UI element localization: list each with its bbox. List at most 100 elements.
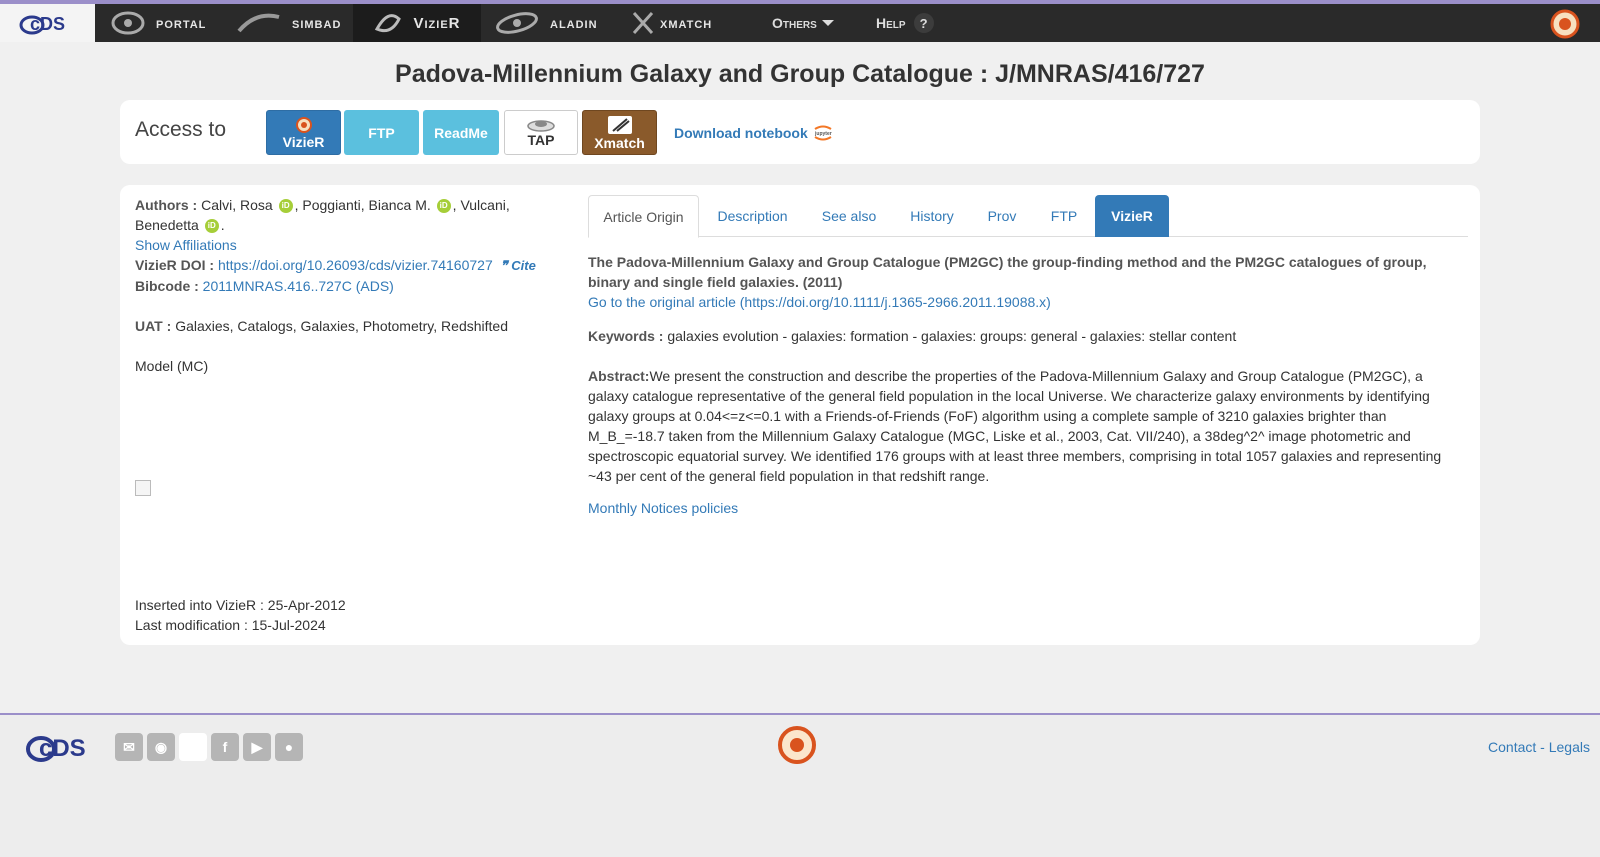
abstract-text: We present the construction and describe…: [588, 368, 1442, 484]
show-affiliations-link[interactable]: Show Affiliations: [135, 237, 237, 253]
tab-history[interactable]: History: [893, 195, 971, 237]
modified-date: Last modification : 15-Jul-2024: [135, 617, 326, 633]
tab-see-also[interactable]: See also: [805, 195, 893, 237]
abstract-label: Abstract:: [588, 368, 650, 384]
rss-icon[interactable]: ◉: [147, 733, 175, 761]
download-notebook-label: Download notebook: [674, 125, 808, 141]
nav-help-menu[interactable]: Help ?: [876, 4, 934, 42]
quote-icon: ❞: [500, 258, 508, 273]
xmatch-icon: [632, 11, 654, 35]
keywords-line: Keywords : galaxies evolution - galaxies…: [588, 326, 1236, 346]
original-article-link[interactable]: Go to the original article (https://doi.…: [588, 294, 1051, 310]
vizier-icon: [375, 14, 402, 33]
nav-simbad[interactable]: simbad: [236, 4, 341, 42]
simbad-icon: [237, 13, 280, 33]
help-icon: ?: [913, 13, 934, 33]
access-xmatch-label: Xmatch: [594, 134, 645, 151]
access-xmatch-button[interactable]: Xmatch: [582, 110, 657, 155]
author-name: , Poggianti, Bianca M.: [294, 197, 431, 213]
catalogue-dates: Inserted into VizieR : 25-Apr-2012 Last …: [135, 595, 346, 635]
nav-xmatch-label: xmatch: [660, 14, 713, 32]
tab-ftp[interactable]: FTP: [1033, 195, 1095, 237]
footer-separator: -: [1536, 739, 1549, 755]
uat-line: UAT : Galaxies, Catalogs, Galaxies, Phot…: [135, 316, 555, 336]
svg-text:cDS: cDS: [39, 735, 86, 762]
article-panel: Article Origin Description See also Hist…: [588, 195, 1468, 516]
nav-others-menu[interactable]: Others: [772, 4, 834, 42]
nav-portal-label: portal: [156, 14, 207, 32]
monthly-notices-policies-link[interactable]: Monthly Notices policies: [588, 500, 738, 516]
nav-vizier[interactable]: VizieR: [353, 4, 481, 42]
tap-icon: [527, 119, 555, 132]
nav-portal[interactable]: portal: [110, 4, 206, 42]
authors-label: Authors :: [135, 197, 198, 213]
inserted-date: Inserted into VizieR : 25-Apr-2012: [135, 597, 346, 613]
access-vizier-button[interactable]: VizieR: [266, 110, 341, 155]
tab-description[interactable]: Description: [700, 195, 805, 237]
tab-vizier[interactable]: VizieR: [1095, 195, 1169, 237]
cite-label: Cite: [511, 258, 536, 273]
access-readme-label: ReadMe: [434, 124, 488, 141]
broken-image-icon: [135, 480, 151, 496]
cds-footer-logo[interactable]: cDS: [25, 727, 95, 770]
bibcode-link[interactable]: 2011MNRAS.416..727C (ADS): [203, 278, 394, 294]
bibcode-label: Bibcode :: [135, 278, 199, 294]
legals-link[interactable]: Legals: [1549, 739, 1590, 755]
vizier-icon: [295, 116, 312, 133]
authors-line: Authors : Calvi, Rosa iD, Poggianti, Bia…: [135, 195, 555, 235]
nav-help-label: Help: [876, 15, 906, 31]
jupyter-icon: jupyter: [814, 125, 832, 141]
doi-line: VizieR DOI : https://doi.org/10.26093/cd…: [135, 255, 555, 276]
nav-xmatch[interactable]: xmatch: [630, 4, 712, 42]
svg-text:jupyter: jupyter: [814, 131, 832, 137]
keywords-label: Keywords :: [588, 328, 664, 344]
catalogue-metadata: Authors : Calvi, Rosa iD, Poggianti, Bia…: [135, 195, 555, 376]
aladin-icon: [496, 12, 538, 34]
cds-logo[interactable]: cDS: [0, 4, 95, 42]
access-readme-button[interactable]: ReadMe: [423, 110, 499, 155]
doi-link[interactable]: https://doi.org/10.26093/cds/vizier.7416…: [218, 257, 493, 273]
access-tap-button[interactable]: TAP: [504, 110, 578, 155]
uat-keywords: Galaxies, Catalogs, Galaxies, Photometry…: [175, 318, 508, 334]
orcid-icon[interactable]: iD: [278, 199, 293, 214]
tab-article-origin[interactable]: Article Origin: [588, 195, 699, 238]
nav-simbad-label: simbad: [292, 14, 342, 32]
nav-aladin-label: aladin: [550, 14, 598, 32]
contact-link[interactable]: Contact: [1488, 739, 1536, 755]
access-bar: Access to VizieR FTP ReadMe TAP Xmatch D…: [120, 100, 1480, 164]
tab-prov[interactable]: Prov: [971, 195, 1033, 237]
uat-label: UAT :: [135, 318, 172, 334]
youtube-icon[interactable]: ▶: [243, 733, 271, 761]
download-notebook-link[interactable]: Download notebook jupyter: [674, 122, 834, 144]
nav-others-label: Others: [772, 15, 817, 31]
vizier-footer-logo[interactable]: [771, 725, 823, 772]
keywords-text: galaxies evolution - galaxies: formation…: [667, 328, 1237, 344]
email-icon[interactable]: ✉: [115, 733, 143, 761]
access-vizier-label: VizieR: [282, 133, 325, 150]
tab-bar: Article Origin Description See also Hist…: [588, 195, 1468, 238]
facebook-icon[interactable]: f: [211, 733, 239, 761]
access-ftp-button[interactable]: FTP: [344, 110, 419, 155]
orcid-icon[interactable]: iD: [204, 219, 219, 234]
cite-button[interactable]: ❞ Cite: [501, 258, 536, 273]
abstract-block: Abstract:We present the construction and…: [588, 366, 1448, 486]
top-navbar: cDS portal simbad VizieR aladin xmatch O…: [0, 0, 1600, 42]
access-tap-label: TAP: [527, 131, 555, 148]
page-title: Padova-Millennium Galaxy and Group Catal…: [395, 60, 1205, 88]
footer-links: Contact - Legals: [1488, 739, 1590, 755]
author-name: Calvi, Rosa: [201, 197, 273, 213]
catalogue-info-card: Authors : Calvi, Rosa iD, Poggianti, Bia…: [120, 185, 1480, 645]
nav-aladin[interactable]: aladin: [494, 4, 598, 42]
model-label: Model (MC): [135, 358, 209, 374]
social-blank-icon[interactable]: [179, 733, 207, 761]
github-icon[interactable]: ●: [275, 733, 303, 761]
chevron-down-icon: [821, 20, 834, 26]
bibcode-line: Bibcode : 2011MNRAS.416..727C (ADS): [135, 276, 555, 296]
article-title: The Padova-Millennium Galaxy and Group C…: [588, 254, 1427, 290]
portal-icon: [111, 11, 145, 35]
svg-text:cDS: cDS: [30, 14, 65, 34]
doi-label: VizieR DOI :: [135, 257, 215, 273]
vizier-logo-small[interactable]: [1548, 9, 1582, 42]
orcid-icon[interactable]: iD: [436, 199, 451, 214]
access-label: Access to: [135, 118, 227, 141]
